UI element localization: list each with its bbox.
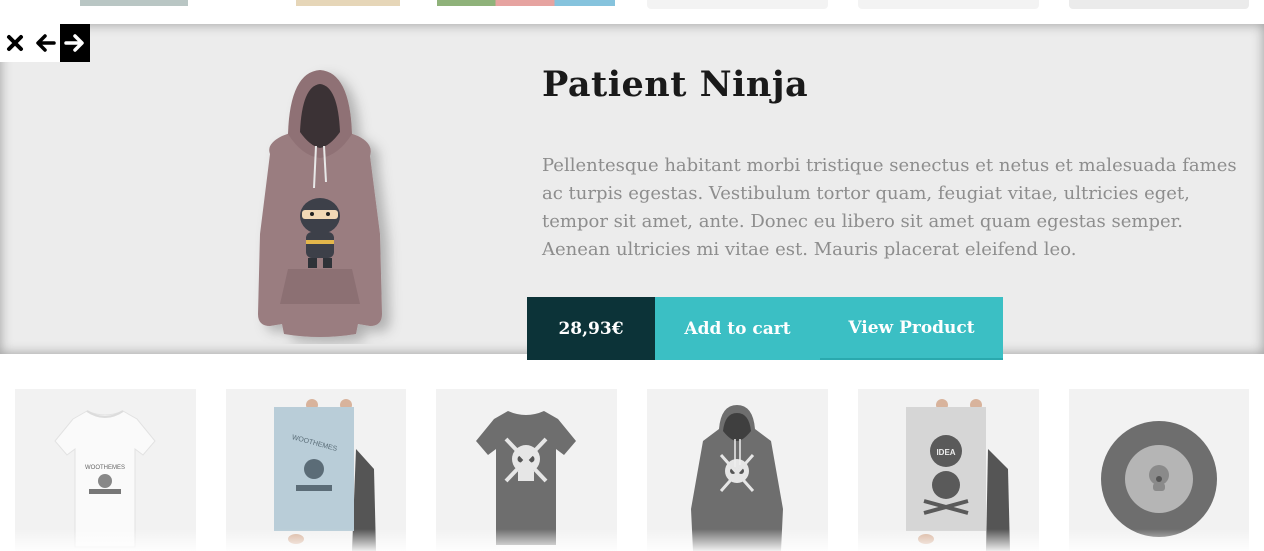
page: Patient Ninja Pellentesque habitant morb… (0, 0, 1264, 551)
product-image-ship-your-idea-poster: IDEA (906, 399, 1010, 551)
product-card-white-tshirt[interactable]: WOOTHEMES (15, 389, 196, 551)
product-description: Pellentesque habitant morbi tristique se… (542, 155, 1237, 260)
price-badge: 28,93€ (527, 297, 655, 360)
top-product-thumb-3[interactable] (437, 0, 615, 6)
product-image-vinyl (1101, 421, 1217, 537)
product-image-skull-tshirt (476, 411, 576, 545)
previous-button[interactable] (30, 24, 60, 62)
product-image-skull-hoodie (691, 405, 783, 551)
quick-view-panel: Patient Ninja Pellentesque habitant morb… (0, 24, 1264, 360)
view-product-button[interactable]: View Product (820, 297, 1003, 360)
quick-view-controls (0, 24, 90, 62)
top-product-card-4[interactable] (647, 0, 828, 9)
arrow-right-icon (64, 34, 84, 52)
product-image-woothemes-poster: WOOTHEMES (274, 399, 376, 551)
product-title: Patient Ninja (542, 64, 809, 105)
product-card-skull-hoodie[interactable] (647, 389, 828, 551)
add-to-cart-button[interactable]: Add to cart (655, 297, 820, 360)
svg-text:IDEA: IDEA (936, 448, 955, 457)
product-card-ship-your-idea-poster[interactable]: IDEA (858, 389, 1039, 551)
product-card-skull-tshirt[interactable] (436, 389, 617, 551)
product-grid: WOOTHEMES WOOTHEMES IDEA (0, 389, 1264, 551)
top-product-card-5[interactable] (858, 0, 1039, 9)
product-actions: 28,93€ Add to cart View Product (527, 297, 1003, 360)
close-icon (7, 35, 23, 51)
product-image-hoodie (230, 64, 410, 344)
top-product-row (0, 0, 1264, 24)
product-card-vinyl[interactable] (1069, 389, 1249, 551)
arrow-left-icon (36, 34, 56, 52)
product-image-white-tshirt: WOOTHEMES (54, 410, 156, 548)
top-product-thumb-2[interactable] (296, 0, 400, 6)
product-card-woothemes-poster[interactable]: WOOTHEMES (226, 389, 406, 551)
top-product-card-6[interactable] (1069, 0, 1249, 9)
close-button[interactable] (0, 24, 30, 62)
svg-text:WOOTHEMES: WOOTHEMES (85, 465, 125, 471)
next-button[interactable] (60, 24, 90, 62)
top-product-thumb-1[interactable] (80, 0, 188, 6)
